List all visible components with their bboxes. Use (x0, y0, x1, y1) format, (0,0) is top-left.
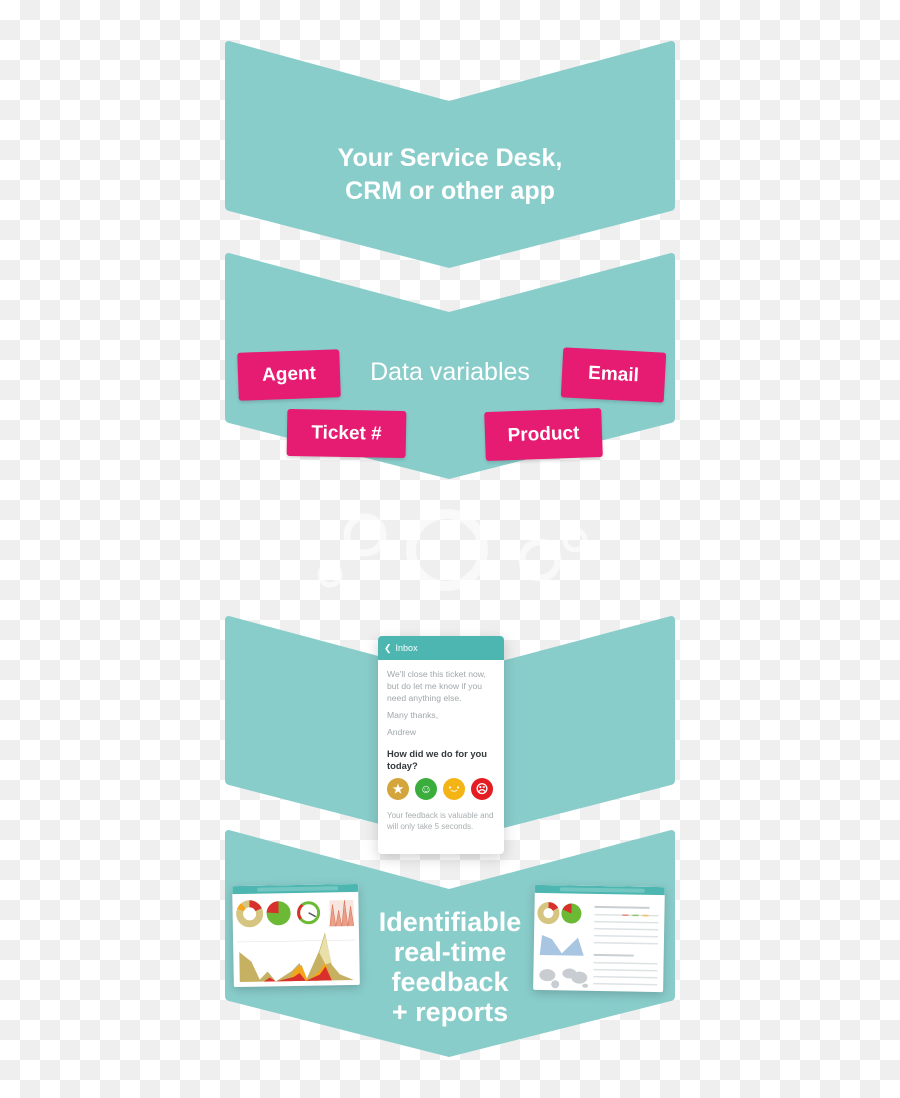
gauge-chart (297, 901, 321, 925)
email-message: We'll close this ticket now, but do let … (387, 669, 486, 703)
reports-dashboard (533, 884, 665, 993)
dashboard-url-bar (559, 887, 645, 893)
tag-ticket-number: Ticket # (286, 408, 407, 459)
email-signoff: Many thanks, (387, 710, 439, 720)
step-4-title-line-4: + reports (391, 997, 509, 1027)
step-4-title: Identifiable real-time feedback + report… (360, 907, 540, 1027)
rating-options: ★ ☺ •‿• ☹ (387, 778, 495, 800)
dashboard-url-bar (257, 886, 339, 892)
step-1-title: Your Service Desk, CRM or other app (300, 142, 600, 208)
data-table (593, 905, 659, 986)
star-rating-icon[interactable]: ★ (387, 778, 409, 800)
email-signature: Andrew (387, 727, 417, 737)
gears-icon (317, 509, 588, 591)
world-map (539, 968, 589, 989)
tag-email: Email (560, 347, 667, 403)
survey-question: How did we do for you today? (387, 748, 487, 771)
step-4-title-line-2: real-time (393, 937, 507, 967)
donut-chart (537, 902, 560, 925)
happy-face-icon[interactable]: ☺ (415, 778, 437, 800)
inbox-header[interactable]: ❮ Inbox (378, 636, 504, 660)
neutral-face-icon[interactable]: •‿• (443, 778, 465, 800)
donut-chart (236, 900, 264, 928)
step-4-title-line-3: feedback (391, 967, 509, 997)
sad-face-icon[interactable]: ☹ (471, 778, 493, 800)
step-4-title-line-1: Identifiable (378, 907, 522, 937)
bar-spikes-chart (329, 899, 355, 927)
chart-divider (237, 939, 356, 943)
area-chart (539, 935, 584, 956)
step-2-title: Data variables (370, 358, 530, 386)
area-chart (239, 932, 354, 982)
step-1-title-line-1: Your Service Desk, (337, 144, 563, 172)
chevron-left-icon[interactable]: ❮ (384, 643, 392, 654)
step-1-title-line-2: CRM or other app (345, 177, 555, 205)
tag-agent: Agent (237, 349, 341, 401)
survey-email-card: ❮ Inbox We'll close this ticket now, but… (378, 636, 504, 854)
dashboard-charts (236, 899, 356, 982)
tag-product: Product (484, 407, 603, 462)
pie-chart (266, 901, 291, 926)
inbox-label: Inbox (395, 643, 418, 653)
pie-chart (561, 903, 582, 924)
dashboard-charts (537, 902, 659, 989)
survey-footer: Your feedback is valuable and will only … (387, 811, 494, 831)
satisfaction-dashboard (232, 883, 360, 988)
